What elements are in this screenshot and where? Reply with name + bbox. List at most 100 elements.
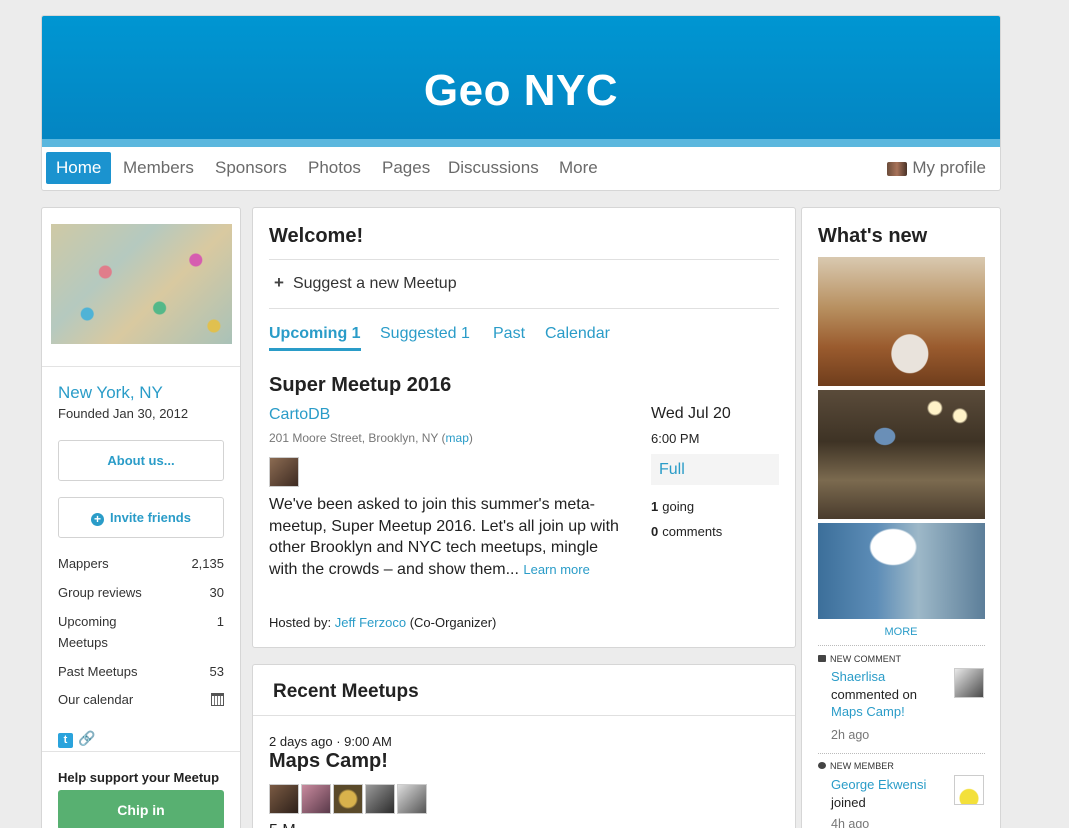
feed-action: joined (831, 794, 866, 810)
nav-discussions[interactable]: Discussions (438, 152, 549, 184)
comments-label: comments (662, 524, 723, 539)
hosted-label: Hosted by: (269, 615, 332, 630)
group-title[interactable]: Geo NYC (42, 66, 1000, 116)
plus-circle-icon: + (91, 513, 105, 526)
feed-time: 4h ago (831, 817, 870, 828)
my-profile-label: My profile (912, 158, 986, 177)
recent-meetup-time: 2 days ago · 9:00 AM (269, 734, 392, 749)
event-title[interactable]: Super Meetup 2016 (269, 374, 451, 397)
group-nav: Home Members Sponsors Photos Pages Discu… (42, 147, 1000, 190)
feed-type-label: New comment (830, 654, 902, 664)
event-venue-link[interactable]: CartoDB (269, 406, 330, 424)
attendee-avatar[interactable] (397, 784, 427, 814)
calendar-icon[interactable] (211, 693, 224, 706)
address-close: ) (468, 431, 473, 445)
going-number: 1 (651, 499, 659, 514)
nav-photos[interactable]: Photos (298, 152, 371, 184)
link-icon[interactable]: 🔗 (78, 730, 95, 747)
twitter-icon[interactable]: t (58, 733, 73, 748)
event-status-badge: Full (651, 454, 779, 485)
welcome-card: Welcome! + Suggest a new Meetup Upcoming … (252, 207, 796, 648)
stat-value: 1 (216, 614, 224, 629)
nav-pages[interactable]: Pages (372, 152, 440, 184)
host-name-link[interactable]: Jeff Ferzoco (335, 615, 406, 630)
welcome-title: Welcome! (269, 225, 364, 247)
group-photo[interactable] (51, 224, 232, 344)
attendee-avatars (269, 784, 427, 814)
comment-icon (818, 655, 826, 662)
chip-in-button[interactable]: Chip in (58, 790, 224, 828)
divider (42, 751, 240, 752)
going-label: going (662, 499, 695, 514)
stat-label: Upcoming Meetups (58, 614, 117, 650)
stat-value: 2,135 (191, 556, 224, 571)
host-avatar[interactable] (269, 457, 299, 487)
support-title: Help support your Meetup (58, 770, 220, 785)
social-links: t 🔗 (58, 730, 95, 748)
feed-user-link[interactable]: George Ekwensi (831, 777, 926, 792)
attendee-avatar[interactable] (301, 784, 331, 814)
map-link[interactable]: map (446, 431, 469, 445)
stat-value: 30 (209, 585, 224, 600)
recent-photo[interactable] (818, 257, 985, 386)
feed-user-avatar[interactable] (954, 775, 984, 805)
suggest-meetup-label: Suggest a new Meetup (292, 275, 457, 292)
comments-count[interactable]: 0 comments (651, 524, 779, 539)
attendee-avatar[interactable] (365, 784, 395, 814)
feed-user-avatar[interactable] (954, 668, 984, 698)
founded-date: Founded Jan 30, 2012 (58, 406, 189, 421)
stat-label: Our calendar (58, 692, 134, 707)
whats-new-sidebar: What's new MORE New comment Shaerlisa co… (801, 207, 1001, 828)
address-text: 201 Moore Street, Brooklyn, NY ( (269, 431, 446, 445)
comments-number: 0 (651, 524, 659, 539)
going-count[interactable]: 1 going (651, 499, 779, 514)
tab-upcoming[interactable]: Upcoming 1 (269, 325, 361, 351)
feed-action: commented on (831, 686, 917, 702)
nav-sponsors[interactable]: Sponsors (205, 152, 297, 184)
feed-type: New member (818, 761, 894, 771)
host-role: (Co-Organizer) (409, 615, 497, 630)
group-banner: Geo NYC (42, 16, 1000, 147)
recent-photo[interactable] (818, 390, 985, 519)
feed-type: New comment (818, 654, 901, 664)
recent-photo[interactable] (818, 523, 985, 619)
nav-more[interactable]: More (549, 152, 608, 184)
divider (42, 366, 240, 367)
feed-type-label: New member (830, 761, 894, 771)
tab-calendar[interactable]: Calendar (545, 325, 610, 348)
divider (269, 308, 779, 309)
invite-friends-label: Invite friends (110, 510, 191, 525)
tab-suggested[interactable]: Suggested 1 (380, 325, 470, 348)
feed-user-link[interactable]: Shaerlisa (831, 669, 885, 684)
recent-meetups-title: Recent Meetups (273, 681, 419, 702)
divider (253, 715, 795, 716)
divider (818, 645, 985, 646)
recent-meetup-name[interactable]: Maps Camp! (269, 750, 388, 773)
left-sidebar: New York, NY Founded Jan 30, 2012 About … (41, 207, 241, 828)
suggest-meetup-link[interactable]: + Suggest a new Meetup (274, 273, 457, 293)
feed-text: Shaerlisa commented on Maps Camp! (831, 668, 949, 721)
recent-attendee-count: 5 M (269, 822, 296, 828)
stat-label: Group reviews (58, 585, 142, 600)
nav-members[interactable]: Members (113, 152, 204, 184)
feed-text: George Ekwensi joined (831, 776, 949, 811)
feed-target-link[interactable]: Maps Camp! (831, 704, 905, 719)
tab-past[interactable]: Past (493, 325, 525, 348)
about-us-button[interactable]: About us... (58, 440, 224, 481)
more-photos-link[interactable]: MORE (802, 626, 1000, 638)
divider (818, 753, 985, 754)
attendee-avatar[interactable] (269, 784, 299, 814)
event-time: 6:00 PM (651, 431, 700, 446)
attendee-avatar[interactable] (333, 784, 363, 814)
event-date: Wed Jul 20 (651, 405, 731, 422)
event-description: We've been asked to join this summer's m… (269, 494, 619, 580)
invite-friends-button[interactable]: + Invite friends (58, 497, 224, 538)
nav-home[interactable]: Home (46, 152, 112, 184)
whats-new-title: What's new (818, 225, 928, 247)
group-header: Geo NYC Home Members Sponsors Photos Pag… (41, 15, 1001, 191)
divider (269, 259, 779, 260)
learn-more-link[interactable]: Learn more (523, 562, 589, 577)
recent-meetups-card: Recent Meetups 2 days ago · 9:00 AM Maps… (252, 664, 796, 828)
group-city-link[interactable]: New York, NY (58, 383, 163, 403)
my-profile-link[interactable]: My profile (887, 152, 986, 184)
